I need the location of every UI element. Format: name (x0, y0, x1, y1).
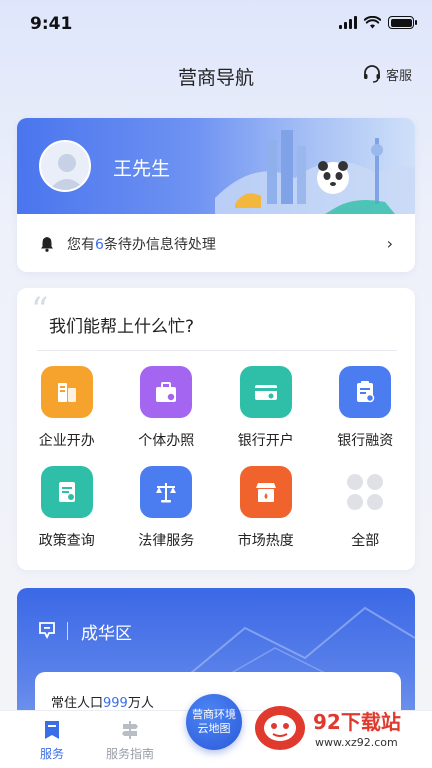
chevron-right-icon: › (386, 234, 393, 253)
grid-clover-icon (339, 466, 391, 518)
document-icon (40, 466, 93, 518)
status-time: 9:41 (30, 14, 73, 34)
watermark-title: 92下载站 (313, 710, 401, 734)
user-card: 王先生 您有6条待办信息待处理 › (17, 118, 415, 272)
status-bar: 9:41 (0, 0, 432, 50)
service-label: 企业开办 (38, 433, 95, 449)
service-item-business-setup[interactable]: 企业开办 (17, 366, 117, 450)
service-label: 银行开户 (237, 433, 294, 449)
divider (67, 622, 68, 640)
clipboard-yen-icon (339, 366, 392, 418)
bank-card-icon (239, 366, 292, 418)
help-title: 我们能帮上什么忙? (49, 317, 195, 337)
location-badge-icon (39, 622, 55, 640)
tab-label: 服务指南 (105, 747, 154, 761)
divider (37, 350, 397, 351)
quote-icon: “ (31, 290, 49, 330)
tab-label: 服务 (39, 747, 64, 761)
map-button-line1: 营商环境 (192, 708, 236, 721)
wifi-icon (364, 16, 381, 29)
tab-service[interactable]: 服务 (12, 719, 92, 762)
headset-icon (363, 65, 380, 83)
tab-service-guide[interactable]: 服务指南 (90, 719, 170, 762)
scales-icon (140, 466, 193, 518)
service-tab-icon (45, 721, 59, 739)
service-item-bank-account[interactable]: 银行开户 (216, 366, 316, 450)
service-item-legal-services[interactable]: 法律服务 (117, 466, 217, 550)
status-icons (339, 16, 417, 29)
business-map-button[interactable]: 营商环境 云地图 (186, 694, 242, 750)
city-illustration (215, 130, 415, 214)
service-label: 市场热度 (237, 533, 294, 549)
service-item-individual-license[interactable]: 个体办照 (117, 366, 217, 450)
customer-service-label: 客服 (385, 68, 412, 84)
notice-count: 6 (95, 237, 104, 253)
service-item-bank-financing[interactable]: 银行融资 (316, 366, 416, 450)
user-banner[interactable]: 王先生 (17, 118, 415, 214)
user-avatar-icon (49, 154, 85, 190)
store-flame-icon (239, 466, 292, 518)
service-label: 法律服务 (138, 533, 195, 549)
site-watermark: 92下载站 www.xz92.com (255, 702, 425, 762)
pending-notice[interactable]: 您有6条待办信息待处理 › (17, 226, 415, 262)
population-value: 999 (103, 696, 128, 711)
service-item-policy-query[interactable]: 政策查询 (17, 466, 117, 550)
service-label: 政策查询 (38, 533, 95, 549)
customer-service-button[interactable]: 客服 (362, 64, 412, 84)
service-grid: 企业开办 个体办照 银行开户 银行融资 政策查询 法律服务 市场热度 全部 (17, 366, 415, 550)
population-text: 常住人口999万人 (51, 696, 154, 711)
briefcase-icon (140, 366, 193, 418)
service-label: 个体办照 (138, 433, 195, 449)
battery-icon (388, 16, 417, 29)
service-item-all[interactable]: 全部 (316, 466, 416, 550)
help-card: “ 我们能帮上什么忙? 企业开办 个体办照 银行开户 银行融资 政策查询 法律服… (17, 288, 415, 570)
user-name: 王先生 (113, 158, 171, 180)
notice-text: 您有6条待办信息待处理 (67, 237, 216, 253)
watermark-logo-icon (255, 706, 305, 750)
service-label: 银行融资 (337, 433, 394, 449)
district-name: 成华区 (81, 624, 132, 644)
bell-icon (41, 237, 53, 252)
service-label: 全部 (351, 533, 380, 549)
map-button-line2: 云地图 (197, 722, 231, 735)
signal-icon (339, 16, 357, 29)
building-icon (40, 366, 93, 418)
signpost-icon (122, 721, 138, 739)
watermark-url: www.xz92.com (315, 736, 398, 749)
service-item-market-heat[interactable]: 市场热度 (216, 466, 316, 550)
avatar[interactable] (39, 140, 91, 192)
